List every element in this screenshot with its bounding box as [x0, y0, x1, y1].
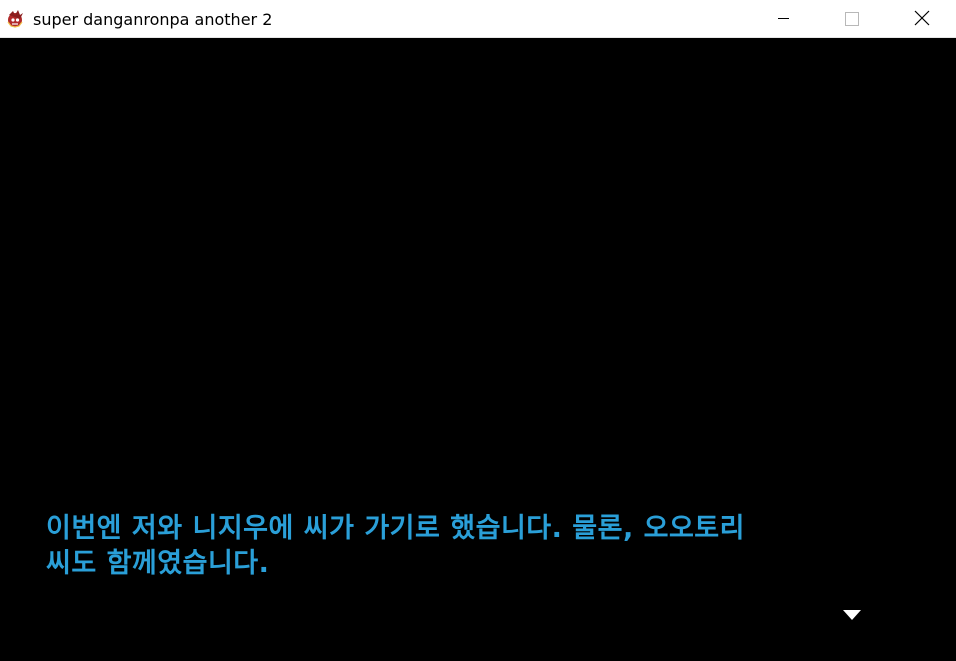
triangle-down-icon[interactable] [843, 607, 861, 620]
maximize-icon [845, 12, 859, 26]
dialogue-line-2: 씨도 함께였습니다. [46, 548, 270, 579]
title-bar[interactable]: super danganronpa another 2 [0, 0, 956, 38]
maximize-button[interactable] [828, 0, 874, 37]
danganronpa-app-icon[interactable] [5, 9, 25, 29]
window-title: super danganronpa another 2 [33, 10, 273, 29]
close-icon [914, 10, 930, 26]
dialogue-line-1: 이번엔 저와 니지우에 씨가 가기로 했습니다. 물론, 오오토리 [46, 513, 745, 544]
game-window: super danganronpa another 2 이번엔 저와 니지우에 … [0, 0, 956, 661]
dialogue-box[interactable]: 이번엔 저와 니지우에 씨가 가기로 했습니다. 물론, 오오토리 씨도 함께였… [46, 511, 906, 581]
minimize-button[interactable] [760, 0, 806, 37]
close-button[interactable] [899, 0, 945, 37]
minimize-icon [778, 18, 789, 19]
